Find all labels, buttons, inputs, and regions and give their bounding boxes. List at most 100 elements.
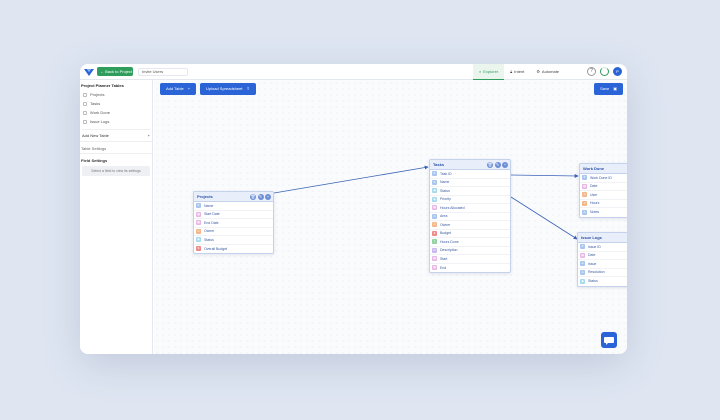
table-settings-heading[interactable]: Table Settings — [80, 141, 152, 151]
edge-tasks-work-done — [510, 173, 579, 178]
field-row[interactable]: ☺ Hours — [580, 200, 627, 208]
field-row[interactable]: ◉ Status — [578, 277, 627, 286]
field-name: End Date — [204, 220, 219, 225]
back-to-project-button[interactable]: ← Back to Project — [97, 67, 133, 76]
field-row[interactable]: ▦ Hours Allocated — [430, 204, 510, 213]
field-row[interactable]: A Area — [430, 213, 510, 221]
status-field-icon: ◉ — [432, 188, 437, 194]
status-field-icon: ◉ — [580, 278, 585, 284]
table-header[interactable]: Tasks 🗑 ✎ + — [430, 160, 510, 170]
save-label: Save — [600, 86, 610, 91]
tab-explorer[interactable]: ⌕ Explorer — [473, 64, 505, 80]
status-field-icon: ◉ — [196, 237, 201, 243]
date-field-icon: ▦ — [432, 256, 437, 262]
field-row[interactable]: ▦ End — [430, 264, 510, 273]
edit-table-icon[interactable]: ✎ — [494, 161, 501, 168]
table-card-work-done[interactable]: Work Done🗑✎+#Work Done ID▦Date☺User☺Hour… — [579, 163, 627, 218]
edge-projects-tasks — [273, 165, 429, 194]
sidebar-item-work-done[interactable]: Work Done — [80, 108, 152, 117]
progress-ring-icon — [600, 67, 609, 76]
sidebar-item-label: Tasks — [90, 101, 101, 106]
field-row[interactable]: $ Overall Budget — [194, 245, 273, 254]
field-row[interactable]: ◉ Status — [194, 236, 273, 245]
date-field-icon: ▦ — [580, 252, 585, 258]
field-settings-heading: Field Settings — [80, 153, 152, 163]
table-header[interactable]: Projects 🗑 ✎ + — [194, 192, 273, 202]
save-button[interactable]: Save ▣ — [594, 83, 623, 95]
table-header[interactable]: Issue Logs🗑✎+ — [578, 233, 627, 243]
field-name: Notes — [590, 210, 600, 215]
field-row[interactable]: ▦ Date — [580, 183, 627, 191]
edit-table-icon[interactable]: ✎ — [257, 193, 264, 200]
field-row[interactable]: ◉ Status — [430, 187, 510, 196]
add-field-icon[interactable]: + — [265, 193, 271, 200]
field-row[interactable]: ☺ Owner — [194, 228, 273, 236]
avatar[interactable]: P — [613, 67, 622, 76]
sidebar-item-projects[interactable]: Projects — [80, 90, 152, 99]
table-actions: 🗑 ✎ + — [487, 161, 508, 168]
delete-table-icon[interactable]: 🗑 — [487, 161, 493, 168]
field-row[interactable]: # Issue ID — [578, 243, 627, 252]
table-card-issue-logs[interactable]: Issue Logs🗑✎+#Issue ID▦DateAIssueAResolu… — [577, 232, 627, 287]
table-name: Tasks — [433, 162, 445, 167]
table-card-projects[interactable]: Projects 🗑 ✎ + # Name ▦ Start Date ▦ End Date ☺ Own… — [193, 191, 274, 254]
mode-switcher: ⌕ Explorer 🔒︎ Intent ⚙ Automate — [473, 64, 565, 80]
table-name: Issue Logs — [581, 235, 602, 240]
add-field-icon[interactable]: + — [502, 161, 508, 168]
id-field-icon: # — [582, 175, 587, 181]
explorer-icon: ⌕ — [479, 68, 482, 74]
id-field-icon: # — [432, 171, 437, 177]
sidebar-title: Project Planner Tables — [81, 83, 124, 88]
id-field-icon: # — [196, 203, 201, 209]
people-field-icon: ☺ — [196, 228, 201, 234]
project-name-field[interactable]: Invite Users — [138, 68, 188, 76]
sidebar-item-tasks[interactable]: Tasks — [80, 99, 152, 108]
table-card-tasks[interactable]: Tasks 🗑 ✎ + # Task ID A Name ◉ Status ◉ Priority ▦ Ho… — [429, 159, 511, 273]
field-row[interactable]: ✉ Description — [430, 247, 510, 255]
sidebar-item-label: Work Done — [90, 110, 110, 115]
tab-explorer-label: Explorer — [483, 68, 499, 74]
add-new-table-button[interactable]: Add New Table + — [82, 129, 150, 138]
field-row[interactable]: A Notes — [580, 208, 627, 217]
date-field-icon: ▦ — [432, 205, 437, 211]
back-label: Back to Project — [105, 69, 133, 74]
schema-canvas[interactable]: Add Table + Upload Spreadsheet ⇪ Save ▣ … — [154, 80, 627, 354]
top-bar: ← Back to Project Invite Users ⌕ Explore… — [80, 64, 627, 80]
text-field-icon: A — [580, 269, 585, 275]
field-row[interactable]: # Task ID — [430, 170, 510, 179]
field-row[interactable]: A Name — [430, 179, 510, 187]
tab-automate[interactable]: ⚙ Automate — [530, 64, 565, 80]
help-icon[interactable]: ? — [587, 67, 596, 76]
field-name: Start — [440, 256, 448, 261]
field-row[interactable]: A Issue — [578, 260, 627, 269]
field-row[interactable]: ƒ Hours Done — [430, 238, 510, 247]
field-name: Date — [590, 184, 598, 189]
field-row[interactable]: # Work Done ID — [580, 174, 627, 183]
text-field-icon: A — [432, 213, 437, 219]
delete-table-icon[interactable]: 🗑 — [250, 193, 256, 200]
field-name: Start Date — [204, 212, 220, 217]
tab-automate-label: Automate — [541, 69, 560, 74]
field-row[interactable]: # Name — [194, 202, 273, 211]
add-table-button[interactable]: Add Table + — [160, 83, 197, 95]
field-row[interactable]: ▦ Start — [430, 255, 510, 264]
chat-button[interactable] — [601, 332, 617, 348]
field-row[interactable]: ▦ Start Date — [194, 211, 273, 219]
people-field-icon: ☺ — [582, 200, 587, 206]
field-row[interactable]: A Resolution — [578, 269, 627, 277]
field-row[interactable]: ☺ Owner — [430, 221, 510, 230]
id-field-icon: # — [580, 244, 585, 250]
field-row[interactable]: ▦ Date — [578, 252, 627, 260]
upload-spreadsheet-button[interactable]: Upload Spreadsheet ⇪ — [200, 83, 256, 95]
add-table-label: Add Table — [166, 86, 184, 91]
field-name: Work Done ID — [590, 175, 612, 180]
field-row[interactable]: $ Budget — [430, 230, 510, 238]
field-row[interactable]: ◉ Priority — [430, 196, 510, 204]
table-header[interactable]: Work Done🗑✎+ — [580, 164, 627, 174]
sidebar-item-issue-logs[interactable]: Issue Logs — [80, 117, 152, 126]
app-window: ← Back to Project Invite Users ⌕ Explore… — [80, 64, 627, 354]
tab-intent[interactable]: 🔒︎ Intent — [504, 64, 530, 80]
field-row[interactable]: ▦ End Date — [194, 219, 273, 228]
field-row[interactable]: ☺ User — [580, 191, 627, 200]
date-field-icon: ▦ — [432, 265, 437, 271]
